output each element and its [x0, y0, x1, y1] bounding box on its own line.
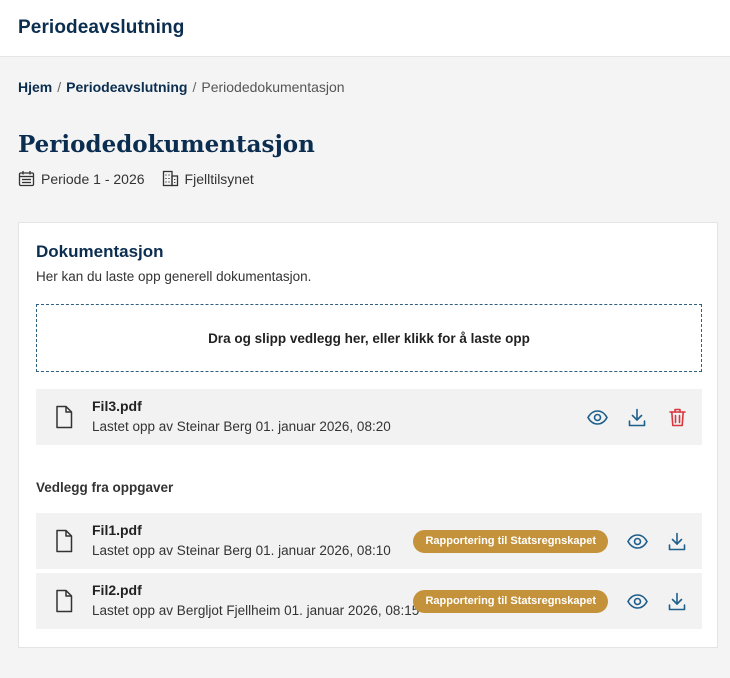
top-bar: Periodeavslutning: [0, 0, 730, 57]
breadcrumb-separator: /: [192, 79, 197, 95]
documentation-description: Her kan du laste opp generell dokumentas…: [36, 269, 312, 284]
breadcrumb-separator: /: [57, 79, 62, 95]
task-badge: Rapportering til Statsregnskapet: [413, 529, 608, 553]
breadcrumb-periodeavslutning-link[interactable]: Periodeavslutning: [66, 79, 187, 95]
organization-label: Fjelltilsynet: [184, 170, 254, 187]
building-icon: [162, 170, 179, 187]
dropzone-label: Dra og slipp vedlegg her, eller klikk fo…: [208, 330, 530, 346]
breadcrumb-home-link[interactable]: Hjem: [18, 79, 52, 95]
file-upload-info: Lastet opp av Steinar Berg 01. januar 20…: [92, 419, 391, 434]
file-upload-info: Lastet opp av Bergljot Fjellheim 01. jan…: [92, 603, 420, 618]
eye-icon[interactable]: [626, 590, 648, 612]
breadcrumb-current: Periodedokumentasjon: [201, 79, 345, 95]
breadcrumb: Hjem / Periodeavslutning / Periodedokume…: [18, 79, 345, 95]
file-actions: [586, 389, 688, 445]
file-upload-dropzone[interactable]: Dra og slipp vedlegg her, eller klikk fo…: [36, 304, 702, 372]
document-icon: [54, 589, 74, 618]
eye-icon[interactable]: [586, 406, 608, 428]
period-info: Periode 1 - 2026: [18, 170, 145, 187]
documentation-card: Dokumentasjon Her kan du laste opp gener…: [18, 222, 718, 648]
page-meta: Periode 1 - 2026 Fjelltilsynet: [18, 170, 271, 187]
file-name[interactable]: Fil2.pdf: [92, 582, 142, 598]
file-name[interactable]: Fil3.pdf: [92, 398, 142, 414]
file-name[interactable]: Fil1.pdf: [92, 522, 142, 538]
period-label: Periode 1 - 2026: [41, 170, 145, 187]
document-icon: [54, 405, 74, 434]
file-actions: Rapportering til Statsregnskapet: [413, 513, 688, 569]
documentation-title: Dokumentasjon: [36, 242, 164, 261]
app-title: Periodeavslutning: [18, 17, 185, 38]
document-icon: [54, 529, 74, 558]
file-row: Fil2.pdf Lastet opp av Bergljot Fjellhei…: [36, 573, 702, 629]
download-icon[interactable]: [626, 406, 648, 428]
trash-icon[interactable]: [666, 406, 688, 428]
task-badge: Rapportering til Statsregnskapet: [413, 589, 608, 613]
page-title: Periodedokumentasjon: [18, 131, 315, 158]
file-row: Fil1.pdf Lastet opp av Steinar Berg 01. …: [36, 513, 702, 569]
download-icon[interactable]: [666, 530, 688, 552]
calendar-icon: [18, 170, 35, 187]
file-row: Fil3.pdf Lastet opp av Steinar Berg 01. …: [36, 389, 702, 445]
organization-info: Fjelltilsynet: [162, 170, 254, 187]
file-upload-info: Lastet opp av Steinar Berg 01. januar 20…: [92, 543, 391, 558]
eye-icon[interactable]: [626, 530, 648, 552]
file-actions: Rapportering til Statsregnskapet: [413, 573, 688, 629]
attachments-section-title: Vedlegg fra oppgaver: [36, 480, 174, 495]
download-icon[interactable]: [666, 590, 688, 612]
